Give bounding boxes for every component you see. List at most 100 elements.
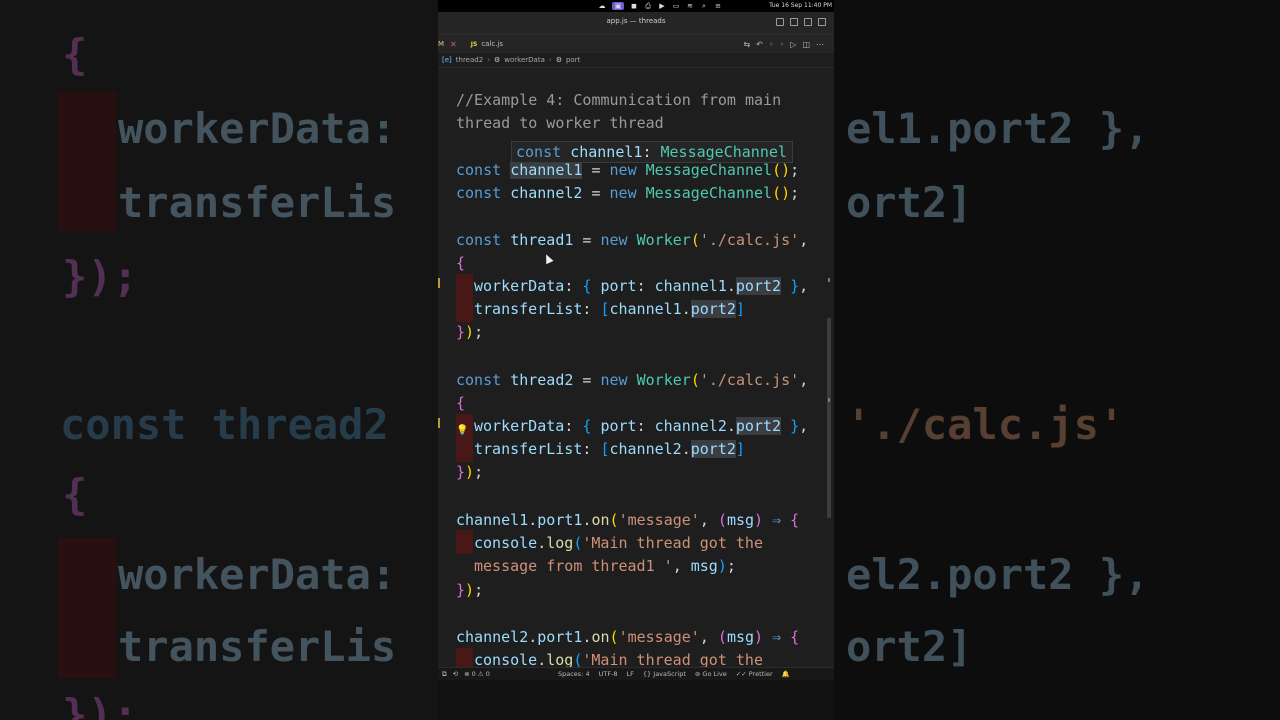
printer-icon[interactable]: ⎙ [644,2,652,10]
paren: ) [465,463,475,481]
breadcrumb-variable-icon: [e] [442,56,452,64]
tab-modified-marker[interactable]: M [438,40,444,48]
breadcrumb-item[interactable]: workerData [504,56,545,64]
brace: } [456,463,466,481]
vscode-window: app.js — threads M ✕ JS calc.js ⇆ ↶ ◦ ◦ … [438,12,834,680]
control-center-icon[interactable]: ≡ [714,2,722,10]
split-editor-icon[interactable]: ◫ [802,40,810,49]
code-line-brace: { [456,253,465,273]
keyword-const: const [456,184,502,202]
notifications-icon[interactable]: 🔔 [782,670,790,678]
tab-close-icon[interactable]: ✕ [450,40,457,49]
run-icon[interactable]: ▷ [790,40,796,49]
identifier-channel2[interactable]: channel2 [510,184,582,202]
code-line-console-log-wrap: message from thread1 ', msg); [474,557,736,575]
property-transferlist: transferList [474,300,583,318]
wifi-icon[interactable]: ≋ [686,2,694,10]
toggle-primary-sidebar-icon[interactable] [776,18,784,26]
prettier-status[interactable]: ✓✓ Prettier [736,670,773,678]
breadcrumb-separator: › [487,56,490,64]
toggle-secondary-sidebar-icon[interactable] [804,18,812,26]
more-actions-icon[interactable]: ⋯ [816,40,824,49]
paren: ) [754,628,764,646]
code-line-workerdata: workerData: { port: channel1.port2 }, [474,277,809,295]
backdrop-overlay [0,0,438,720]
property-port2: port2 [690,440,736,458]
sync-icon[interactable]: ⟲ [453,670,458,679]
code-line-console-log: console.log('Main thread got the [474,651,763,668]
brace: { [582,277,592,295]
remote-icon[interactable]: ⧉ [442,670,447,679]
param-msg: msg [726,511,755,529]
eol-indicator[interactable]: LF [627,670,634,678]
identifier-thread1: thread1 [510,231,574,249]
background-right-blur: el1.port2 }, ort2] './calc.js' el2.port2… [834,0,1280,720]
param-msg: msg [690,557,718,575]
brace: } [456,323,466,341]
brace: { [582,417,592,435]
screen-record-icon[interactable]: ▣ [612,2,624,10]
tooltip-separator: : [642,143,661,161]
property-transferlist: transferList [474,440,583,458]
keyword-new: new [609,184,637,202]
code-line-close: }); [456,463,484,481]
class-messagechannel: MessageChannel [645,161,773,179]
code-line-close: }); [456,323,484,341]
paren: ( [609,511,619,529]
go-live-button[interactable]: ⊚ Go Live [695,670,727,678]
keyword-new: new [600,371,628,389]
class-worker: Worker [636,371,691,389]
keyword-const: const [456,371,502,389]
language-mode[interactable]: {} JavaScript [643,670,686,678]
status-bar: ⧉ ⟲ ⊗ 0 ⚠ 0 Spaces: 4 UTF-8 LF {} JavaSc… [438,667,834,680]
battery-icon[interactable]: ▭ [672,2,680,10]
tooltip-keyword: const [516,143,571,161]
tab-calc-js[interactable]: JS calc.js [471,40,503,48]
toggle-panel-icon[interactable] [790,18,798,26]
dot-icon[interactable]: ◦ [780,40,785,49]
method-log: log [546,534,574,552]
warning-icon: ⚠ [477,670,484,678]
bracket: ] [735,300,745,318]
paren: ( [717,628,727,646]
paren: () [772,184,791,202]
editor-tab-bar: M ✕ JS calc.js ⇆ ↶ ◦ ◦ ▷ ◫ ⋯ [438,35,834,53]
code-line-thread1: const thread1 = new Worker('./calc.js', [456,231,809,249]
code-line-comment: //Example 4: Communication from main [456,90,781,110]
menu-bar-clock[interactable]: Tue 16 Sep 11:40 PM [769,2,832,9]
comment-text: //Example 4: Communication from main [456,91,782,109]
code-line-channel2: const channel2 = new MessageChannel(); [456,184,800,202]
app-icon[interactable]: ◼ [630,2,638,10]
go-back-icon[interactable]: ↶ [756,40,763,49]
backdrop-overlay [834,0,1280,720]
identifier-channel1[interactable]: channel1 [510,161,583,179]
dot-icon[interactable]: ◦ [769,40,774,49]
play-icon[interactable]: ▶ [658,2,666,10]
indentation-indicator[interactable]: Spaces: 4 [558,670,590,678]
arrow: ⇒ [772,511,782,529]
code-line-close: }); [456,581,484,599]
menu-bar: ☁ ▣ ◼ ⎙ ▶ ▭ ≋ ⌕ ≡ Tue 16 Sep 11:40 PM [438,0,834,12]
compare-icon[interactable]: ⇆ [743,40,750,49]
property-port: port [600,277,637,295]
braces-icon: {} [642,670,652,678]
encoding-indicator[interactable]: UTF-8 [599,670,618,678]
hover-tooltip: const channel1: MessageChannel [511,141,793,163]
customize-layout-icon[interactable] [818,18,826,26]
go-live-label: Go Live [702,670,727,678]
property-port1: port1 [537,511,583,529]
cloud-icon[interactable]: ☁ [598,2,606,10]
breadcrumb-item[interactable]: port [566,56,580,64]
string-message: 'message' [618,628,700,646]
problems-indicator[interactable]: ⊗ 0 ⚠ 0 [464,670,490,679]
breadcrumb-item[interactable]: thread2 [456,56,483,64]
code-line-transferlist: transferList: [channel1.port2] [474,300,745,318]
code-editor[interactable]: //Example 4: Communication from main thr… [438,68,834,668]
class-worker: Worker [636,231,691,249]
editor-scrollbar-thumb[interactable] [827,318,831,518]
lightbulb-icon[interactable]: 💡 [456,425,468,436]
search-icon[interactable]: ⌕ [700,2,708,10]
paren: ( [717,511,727,529]
brace: { [456,394,466,412]
gutter-change-mark [438,278,440,288]
